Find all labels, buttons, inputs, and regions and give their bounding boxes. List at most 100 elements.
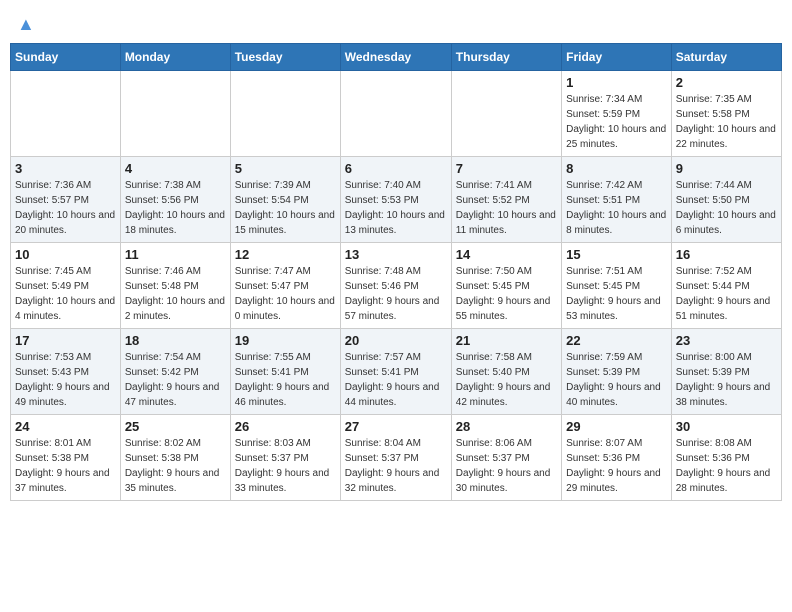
day-number: 4 bbox=[125, 161, 226, 176]
day-number: 9 bbox=[676, 161, 777, 176]
day-number: 8 bbox=[566, 161, 667, 176]
calendar-cell: 10 Sunrise: 7:45 AMSunset: 5:49 PMDayligh… bbox=[11, 243, 121, 329]
calendar-cell: 14 Sunrise: 7:50 AMSunset: 5:45 PMDayligh… bbox=[451, 243, 561, 329]
calendar-week-row: 17 Sunrise: 7:53 AMSunset: 5:43 PMDayligh… bbox=[11, 329, 782, 415]
day-number: 5 bbox=[235, 161, 336, 176]
calendar-cell: 5 Sunrise: 7:39 AMSunset: 5:54 PMDaylight… bbox=[230, 157, 340, 243]
calendar-cell: 9 Sunrise: 7:44 AMSunset: 5:50 PMDaylight… bbox=[671, 157, 781, 243]
day-detail: Sunrise: 7:35 AMSunset: 5:58 PMDaylight:… bbox=[676, 92, 777, 152]
day-number: 20 bbox=[345, 333, 447, 348]
day-number: 13 bbox=[345, 247, 447, 262]
day-number: 23 bbox=[676, 333, 777, 348]
day-detail: Sunrise: 7:59 AMSunset: 5:39 PMDaylight:… bbox=[566, 350, 667, 410]
weekday-header: Wednesday bbox=[340, 44, 451, 71]
day-number: 26 bbox=[235, 419, 336, 434]
day-detail: Sunrise: 7:58 AMSunset: 5:40 PMDaylight:… bbox=[456, 350, 557, 410]
day-detail: Sunrise: 7:47 AMSunset: 5:47 PMDaylight:… bbox=[235, 264, 336, 324]
calendar-cell: 3 Sunrise: 7:36 AMSunset: 5:57 PMDaylight… bbox=[11, 157, 121, 243]
day-detail: Sunrise: 7:36 AMSunset: 5:57 PMDaylight:… bbox=[15, 178, 116, 238]
day-number: 17 bbox=[15, 333, 116, 348]
day-number: 28 bbox=[456, 419, 557, 434]
day-detail: Sunrise: 7:39 AMSunset: 5:54 PMDaylight:… bbox=[235, 178, 336, 238]
calendar-cell: 7Sunrise: 7:41 AMSunset: 5:52 PMDaylight… bbox=[451, 157, 561, 243]
calendar: SundayMondayTuesdayWednesdayThursdayFrid… bbox=[10, 43, 782, 501]
day-detail: Sunrise: 7:52 AMSunset: 5:44 PMDaylight:… bbox=[676, 264, 777, 324]
weekday-header: Monday bbox=[120, 44, 230, 71]
calendar-cell: 23 Sunrise: 8:00 AMSunset: 5:39 PMDayligh… bbox=[671, 329, 781, 415]
day-number: 3 bbox=[15, 161, 116, 176]
calendar-cell: 1Sunrise: 7:34 AMSunset: 5:59 PMDaylight… bbox=[562, 71, 672, 157]
day-number: 22 bbox=[566, 333, 667, 348]
day-number: 18 bbox=[125, 333, 226, 348]
day-detail: Sunrise: 7:42 AMSunset: 5:51 PMDaylight:… bbox=[566, 178, 667, 238]
day-detail: Sunrise: 7:48 AMSunset: 5:46 PMDaylight:… bbox=[345, 264, 447, 324]
calendar-cell: 17 Sunrise: 7:53 AMSunset: 5:43 PMDayligh… bbox=[11, 329, 121, 415]
day-number: 16 bbox=[676, 247, 777, 262]
day-number: 6 bbox=[345, 161, 447, 176]
day-detail: Sunrise: 7:41 AMSunset: 5:52 PMDaylight:… bbox=[456, 178, 557, 238]
calendar-cell: 20 Sunrise: 7:57 AMSunset: 5:41 PMDayligh… bbox=[340, 329, 451, 415]
day-number: 14 bbox=[456, 247, 557, 262]
day-number: 15 bbox=[566, 247, 667, 262]
day-number: 19 bbox=[235, 333, 336, 348]
day-number: 25 bbox=[125, 419, 226, 434]
calendar-cell: 26 Sunrise: 8:03 AMSunset: 5:37 PMDayligh… bbox=[230, 415, 340, 501]
weekday-header: Tuesday bbox=[230, 44, 340, 71]
day-number: 10 bbox=[15, 247, 116, 262]
day-detail: Sunrise: 7:57 AMSunset: 5:41 PMDaylight:… bbox=[345, 350, 447, 410]
day-detail: Sunrise: 8:01 AMSunset: 5:38 PMDaylight:… bbox=[15, 436, 116, 496]
day-number: 29 bbox=[566, 419, 667, 434]
calendar-cell: 28 Sunrise: 8:06 AMSunset: 5:37 PMDayligh… bbox=[451, 415, 561, 501]
calendar-cell: 22 Sunrise: 7:59 AMSunset: 5:39 PMDayligh… bbox=[562, 329, 672, 415]
day-detail: Sunrise: 7:38 AMSunset: 5:56 PMDaylight:… bbox=[125, 178, 226, 238]
day-detail: Sunrise: 8:08 AMSunset: 5:36 PMDaylight:… bbox=[676, 436, 777, 496]
weekday-header: Thursday bbox=[451, 44, 561, 71]
calendar-cell: 25 Sunrise: 8:02 AMSunset: 5:38 PMDayligh… bbox=[120, 415, 230, 501]
calendar-week-row: 1Sunrise: 7:34 AMSunset: 5:59 PMDaylight… bbox=[11, 71, 782, 157]
day-number: 2 bbox=[676, 75, 777, 90]
calendar-cell: 11 Sunrise: 7:46 AMSunset: 5:48 PMDayligh… bbox=[120, 243, 230, 329]
day-detail: Sunrise: 7:53 AMSunset: 5:43 PMDaylight:… bbox=[15, 350, 116, 410]
weekday-header: Friday bbox=[562, 44, 672, 71]
day-detail: Sunrise: 7:51 AMSunset: 5:45 PMDaylight:… bbox=[566, 264, 667, 324]
calendar-cell bbox=[230, 71, 340, 157]
day-number: 11 bbox=[125, 247, 226, 262]
calendar-cell: 24 Sunrise: 8:01 AMSunset: 5:38 PMDayligh… bbox=[11, 415, 121, 501]
day-detail: Sunrise: 7:45 AMSunset: 5:49 PMDaylight:… bbox=[15, 264, 116, 324]
calendar-header-row: SundayMondayTuesdayWednesdayThursdayFrid… bbox=[11, 44, 782, 71]
calendar-cell: 8 Sunrise: 7:42 AMSunset: 5:51 PMDaylight… bbox=[562, 157, 672, 243]
calendar-cell: 30 Sunrise: 8:08 AMSunset: 5:36 PMDayligh… bbox=[671, 415, 781, 501]
day-number: 1 bbox=[566, 75, 667, 90]
calendar-cell: 18 Sunrise: 7:54 AMSunset: 5:42 PMDayligh… bbox=[120, 329, 230, 415]
calendar-cell: 21Sunrise: 7:58 AMSunset: 5:40 PMDayligh… bbox=[451, 329, 561, 415]
day-detail: Sunrise: 7:54 AMSunset: 5:42 PMDaylight:… bbox=[125, 350, 226, 410]
calendar-cell: 4 Sunrise: 7:38 AMSunset: 5:56 PMDaylight… bbox=[120, 157, 230, 243]
weekday-header: Saturday bbox=[671, 44, 781, 71]
day-detail: Sunrise: 8:07 AMSunset: 5:36 PMDaylight:… bbox=[566, 436, 667, 496]
logo: ▲ bbox=[16, 14, 36, 31]
calendar-week-row: 3 Sunrise: 7:36 AMSunset: 5:57 PMDaylight… bbox=[11, 157, 782, 243]
calendar-week-row: 10 Sunrise: 7:45 AMSunset: 5:49 PMDayligh… bbox=[11, 243, 782, 329]
calendar-cell: 27Sunrise: 8:04 AMSunset: 5:37 PMDayligh… bbox=[340, 415, 451, 501]
calendar-cell: 13 Sunrise: 7:48 AMSunset: 5:46 PMDayligh… bbox=[340, 243, 451, 329]
day-number: 24 bbox=[15, 419, 116, 434]
calendar-cell bbox=[451, 71, 561, 157]
day-number: 12 bbox=[235, 247, 336, 262]
day-detail: Sunrise: 7:50 AMSunset: 5:45 PMDaylight:… bbox=[456, 264, 557, 324]
day-detail: Sunrise: 7:44 AMSunset: 5:50 PMDaylight:… bbox=[676, 178, 777, 238]
header: ▲ bbox=[10, 10, 782, 35]
calendar-cell: 29 Sunrise: 8:07 AMSunset: 5:36 PMDayligh… bbox=[562, 415, 672, 501]
day-detail: Sunrise: 7:55 AMSunset: 5:41 PMDaylight:… bbox=[235, 350, 336, 410]
day-number: 30 bbox=[676, 419, 777, 434]
calendar-cell: 2 Sunrise: 7:35 AMSunset: 5:58 PMDaylight… bbox=[671, 71, 781, 157]
day-detail: Sunrise: 8:06 AMSunset: 5:37 PMDaylight:… bbox=[456, 436, 557, 496]
day-detail: Sunrise: 7:46 AMSunset: 5:48 PMDaylight:… bbox=[125, 264, 226, 324]
calendar-cell: 6Sunrise: 7:40 AMSunset: 5:53 PMDaylight… bbox=[340, 157, 451, 243]
weekday-header: Sunday bbox=[11, 44, 121, 71]
calendar-cell bbox=[11, 71, 121, 157]
calendar-cell bbox=[120, 71, 230, 157]
day-detail: Sunrise: 8:00 AMSunset: 5:39 PMDaylight:… bbox=[676, 350, 777, 410]
calendar-week-row: 24 Sunrise: 8:01 AMSunset: 5:38 PMDayligh… bbox=[11, 415, 782, 501]
day-detail: Sunrise: 8:03 AMSunset: 5:37 PMDaylight:… bbox=[235, 436, 336, 496]
day-detail: Sunrise: 8:02 AMSunset: 5:38 PMDaylight:… bbox=[125, 436, 226, 496]
